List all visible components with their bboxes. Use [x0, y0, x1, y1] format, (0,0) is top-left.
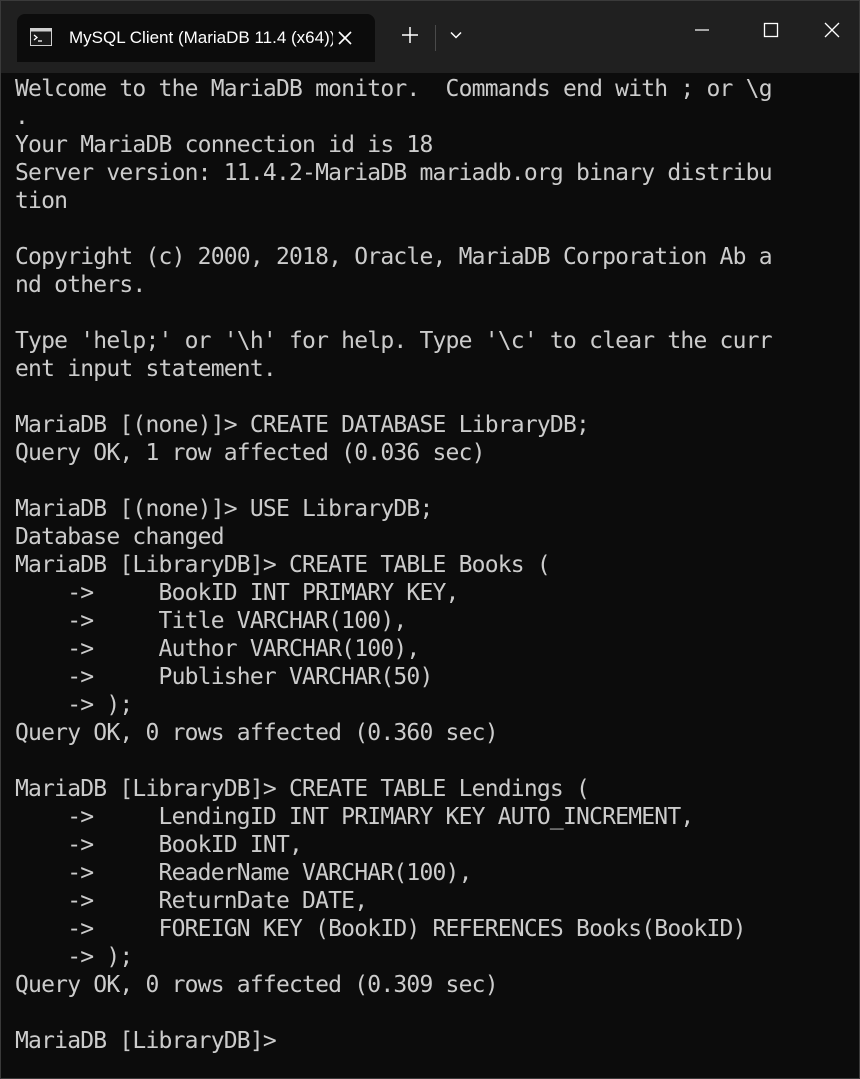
chevron-down-icon — [448, 27, 464, 48]
minimize-button[interactable] — [667, 1, 737, 63]
terminal-line: -> Title VARCHAR(100), — [15, 608, 407, 634]
terminal-icon — [30, 28, 52, 46]
terminal-line: MariaDB [(none)]> USE LibraryDB; — [15, 496, 433, 522]
terminal-line: -> ); — [15, 944, 133, 970]
terminal-output[interactable]: Welcome to the MariaDB monitor. Commands… — [15, 75, 847, 1075]
terminal-line: MariaDB [LibraryDB]> CREATE TABLE Books … — [15, 552, 551, 578]
terminal-line: Copyright (c) 2000, 2018, Oracle, MariaD… — [15, 244, 773, 270]
minimize-icon — [693, 21, 711, 44]
terminal-line: Server version: 11.4.2-MariaDB mariadb.o… — [15, 160, 773, 186]
terminal-line: MariaDB [LibraryDB]> CREATE TABLE Lendin… — [15, 776, 590, 802]
terminal-line: . — [15, 104, 29, 130]
terminal-line: -> LendingID INT PRIMARY KEY AUTO_INCREM… — [15, 804, 694, 830]
terminal-line: -> ); — [15, 692, 133, 718]
terminal-line: MariaDB [(none)]> CREATE DATABASE Librar… — [15, 412, 590, 438]
terminal-line: tion — [15, 188, 68, 214]
maximize-icon — [762, 21, 780, 44]
close-window-button[interactable] — [805, 1, 859, 63]
close-tab-icon[interactable] — [333, 26, 357, 50]
terminal-line: -> FOREIGN KEY (BookID) REFERENCES Books… — [15, 916, 746, 942]
terminal-line: -> BookID INT, — [15, 832, 303, 858]
terminal-line: ent input statement. — [15, 356, 277, 382]
close-icon — [823, 21, 841, 44]
terminal-line: -> Publisher VARCHAR(50) — [15, 664, 433, 690]
tab-mysql-client[interactable]: MySQL Client (MariaDB 11.4 (x64)) — [17, 14, 375, 62]
terminal-line: Welcome to the MariaDB monitor. Commands… — [15, 76, 773, 102]
maximize-button[interactable] — [736, 1, 806, 63]
terminal-line: Your MariaDB connection id is 18 — [15, 132, 433, 158]
terminal-line: -> ReturnDate DATE, — [15, 888, 368, 914]
terminal-line: -> Author VARCHAR(100), — [15, 636, 420, 662]
terminal-window: MySQL Client (MariaDB 11.4 (x64)) Welcom… — [0, 0, 860, 1079]
terminal-line: MariaDB [LibraryDB]> — [15, 1028, 277, 1054]
title-bar[interactable]: MySQL Client (MariaDB 11.4 (x64)) — [1, 1, 859, 73]
terminal-line: Type 'help;' or '\h' for help. Type '\c'… — [15, 328, 773, 354]
tab-dropdown-button[interactable] — [439, 15, 473, 59]
terminal-line: Query OK, 1 row affected (0.036 sec) — [15, 440, 486, 466]
terminal-line: Database changed — [15, 524, 225, 550]
tab-title: MySQL Client (MariaDB 11.4 (x64)) — [69, 28, 333, 47]
terminal-line: Query OK, 0 rows affected (0.309 sec) — [15, 972, 499, 998]
plus-icon — [400, 25, 420, 50]
new-tab-button[interactable] — [391, 15, 429, 59]
terminal-line: -> ReaderName VARCHAR(100), — [15, 860, 472, 886]
terminal-line: -> BookID INT PRIMARY KEY, — [15, 580, 459, 606]
terminal-line: nd others. — [15, 272, 146, 298]
tab-separator — [435, 25, 436, 51]
terminal-line: Query OK, 0 rows affected (0.360 sec) — [15, 720, 499, 746]
